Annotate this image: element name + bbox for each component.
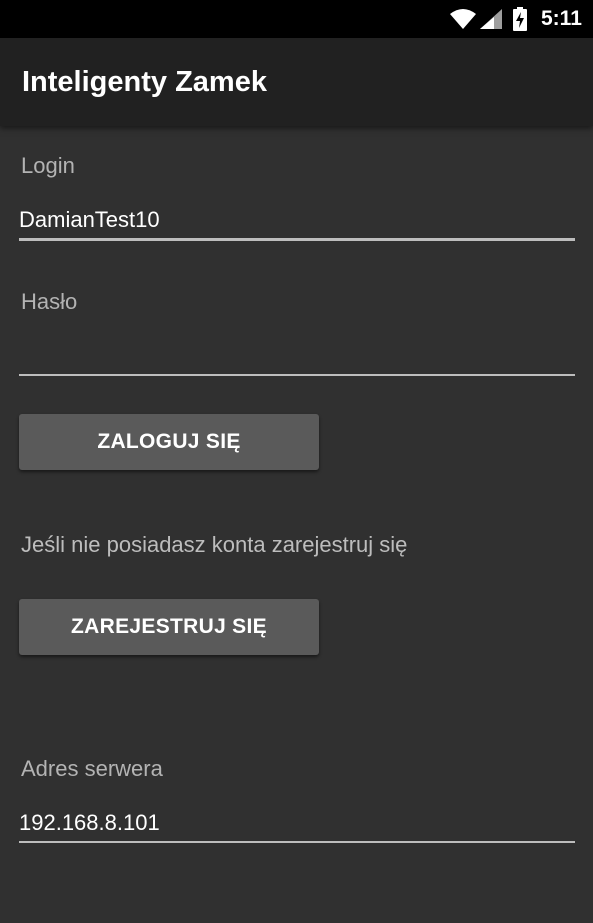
login-screen: 5:11 Inteligenty Zamek Login Hasło ZALOG… bbox=[0, 0, 593, 923]
battery-charging-icon bbox=[513, 7, 527, 31]
app-bar: Inteligenty Zamek bbox=[0, 38, 593, 126]
status-time: 5:11 bbox=[541, 7, 582, 30]
status-bar: 5:11 bbox=[0, 0, 593, 38]
login-button[interactable]: ZALOGUJ SIĘ bbox=[19, 414, 319, 470]
app-title: Inteligenty Zamek bbox=[22, 66, 267, 98]
server-address-underline bbox=[19, 841, 575, 843]
login-underline bbox=[19, 238, 575, 241]
login-label: Login bbox=[21, 153, 75, 178]
register-info-text: Jeśli nie posiadasz konta zarejestruj si… bbox=[21, 532, 408, 557]
signal-icon bbox=[480, 9, 502, 29]
server-address-label: Adres serwera bbox=[21, 756, 163, 781]
password-label: Hasło bbox=[21, 289, 78, 314]
password-input[interactable] bbox=[19, 342, 575, 370]
password-underline bbox=[19, 374, 575, 376]
register-button[interactable]: ZAREJESTRUJ SIĘ bbox=[19, 599, 319, 655]
login-input[interactable] bbox=[19, 206, 575, 234]
wifi-icon bbox=[450, 9, 476, 29]
server-address-input[interactable] bbox=[19, 809, 575, 837]
